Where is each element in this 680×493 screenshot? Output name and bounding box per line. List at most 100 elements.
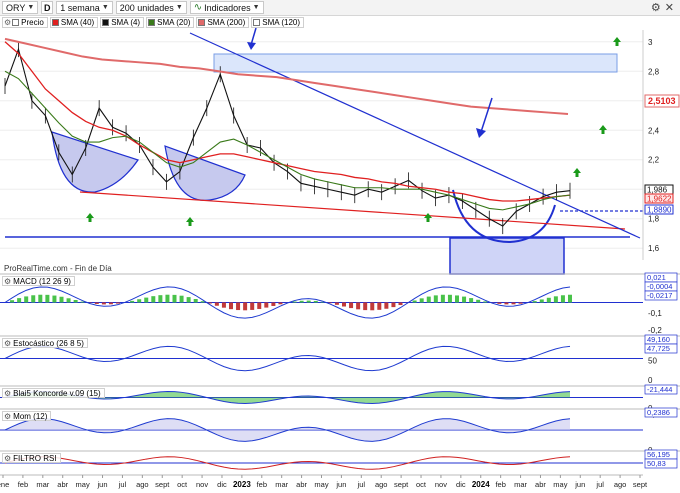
x-tick-label: may [76, 480, 90, 489]
period-selector[interactable]: 1 semana ▼ [56, 1, 113, 14]
panel-last-value: -21,444 [647, 385, 672, 394]
x-tick-label: may [553, 480, 567, 489]
macd-histogram-bar [94, 302, 99, 304]
y-tick-label: 2,8 [648, 67, 660, 76]
sma40-last-value: 1,9622 [647, 195, 672, 204]
sma200-swatch [198, 19, 206, 26]
x-tick-label: feb [257, 480, 267, 489]
gear-icon[interactable]: ⚙ [4, 454, 11, 463]
macd-histogram-bar [172, 294, 177, 303]
legend-sma40-label: SMA (40) [60, 18, 95, 27]
sma4-swatch [102, 19, 110, 26]
macd-histogram-bar [45, 294, 50, 303]
macd-histogram-bar [31, 295, 36, 303]
gear-icon[interactable]: ⚙ [4, 412, 11, 421]
x-tick-label: mar [275, 480, 288, 489]
close-icon[interactable]: ✕ [665, 1, 674, 14]
gear-icon[interactable]: ⚙ [4, 339, 11, 348]
legend-item-price[interactable]: ⚙ Precio [2, 17, 48, 28]
gear-icon[interactable]: ⚙ [4, 277, 11, 286]
chevron-down-icon: ▼ [175, 4, 183, 11]
macd-panel-label[interactable]: ⚙ MACD (12 26 9) [2, 276, 75, 286]
macd-histogram-bar [342, 302, 346, 307]
panel-last-value: 56,195 [647, 450, 670, 459]
panel-last-value: 0,2386 [647, 408, 670, 417]
macd-histogram-bar [243, 302, 248, 311]
frequency-letter-button[interactable]: D [41, 1, 54, 14]
settings-icon[interactable]: ⚙ [651, 1, 661, 14]
macd-histogram-bar [101, 302, 106, 305]
x-tick-label: jun [335, 480, 346, 489]
macd-histogram-bar [116, 302, 120, 304]
chart-canvas[interactable]: 32,82,62,42,221,81,6 2,5103 1,986 1,9622… [0, 0, 680, 493]
chevron-down-icon: ▼ [27, 4, 35, 11]
macd-histogram-bar [144, 297, 149, 303]
x-tick-label: dic [456, 480, 466, 489]
macd-histogram-bar [10, 300, 15, 303]
macd-histogram-bar [73, 299, 78, 303]
macd-histogram-bar [38, 294, 43, 303]
legend-price-label: Precio [21, 18, 44, 27]
macd-histogram-bar [553, 296, 558, 303]
sma20-swatch [148, 19, 156, 26]
indicators-button[interactable]: ∿ Indicadores ▼ [189, 1, 264, 14]
mom-panel-label[interactable]: ⚙ Mom (12) [2, 411, 52, 421]
panel-y-tick: 0 [648, 376, 653, 385]
panel-last-value: 47,725 [647, 344, 670, 353]
x-tick-label: abr [535, 480, 546, 489]
x-tick-label: ene [0, 480, 9, 489]
watermark: ProRealTime.com - Fin de Día [4, 264, 112, 273]
macd-histogram-bar [560, 295, 565, 303]
units-selector[interactable]: 200 unidades ▼ [115, 1, 187, 14]
legend-sma120-label: SMA (120) [262, 18, 301, 27]
x-tick-label: 2023 [233, 480, 251, 489]
units-label: 200 unidades [119, 2, 174, 13]
x-tick-label: jul [118, 480, 127, 489]
rsi-panel-title: FILTRO RSI [13, 453, 57, 463]
gear-icon[interactable]: ⚙ [4, 389, 11, 398]
window-controls: ⚙ ✕ [651, 1, 680, 14]
macd-histogram-bar [179, 295, 184, 303]
legend-item-sma4[interactable]: SMA (4) [100, 17, 145, 28]
macd-histogram-bar [349, 302, 354, 309]
y-tick-label: 1,6 [648, 244, 660, 253]
stoch-panel-label[interactable]: ⚙ Estocástico (26 8 5) [2, 338, 88, 348]
chevron-down-icon: ▼ [252, 4, 260, 11]
legend-item-sma20[interactable]: SMA (20) [146, 17, 195, 28]
macd-histogram-bar [130, 300, 135, 303]
macd-histogram-bar [377, 302, 382, 310]
koncorde-panel-label[interactable]: ⚙ Blai5 Koncorde v.09 (15) [2, 388, 105, 398]
symbol-label: ORY [6, 2, 26, 13]
macd-histogram-bar [236, 302, 241, 311]
frequency-letter: D [44, 2, 51, 13]
chevron-down-icon: ▼ [101, 4, 109, 11]
rsi-panel-label[interactable]: ⚙ FILTRO RSI [2, 453, 61, 463]
macd-histogram-bar [356, 302, 361, 310]
macd-histogram-bar [447, 294, 452, 303]
x-tick-label: sept [155, 480, 170, 489]
symbol-selector[interactable]: ORY ▼ [2, 1, 39, 14]
macd-histogram-bar [476, 299, 481, 303]
level-last-value: 1,8890 [647, 206, 672, 215]
macd-histogram-bar [66, 298, 71, 303]
x-tick-label: feb [18, 480, 28, 489]
legend-item-sma120[interactable]: SMA (120) [251, 17, 305, 28]
macd-histogram-bar [257, 302, 262, 309]
sma200-last-value: 2,5103 [648, 96, 676, 106]
y-tick-label: 1,8 [648, 215, 660, 224]
legend-item-sma40[interactable]: SMA (40) [49, 17, 99, 28]
macd-histogram-bar [546, 297, 551, 303]
price-last-value: 1,986 [647, 186, 668, 195]
x-tick-label: mar [514, 480, 527, 489]
x-tick-label: sept [394, 480, 409, 489]
x-tick-label: jun [97, 480, 108, 489]
macd-histogram-bar [511, 302, 516, 305]
macd-histogram-bar [299, 300, 304, 303]
macd-histogram-bar [229, 302, 233, 310]
macd-histogram-bar [221, 302, 226, 308]
stoch-panel-title: Estocástico (26 8 5) [13, 338, 84, 348]
legend-item-sma200[interactable]: SMA (200) [196, 17, 250, 28]
macd-histogram-bar [108, 302, 113, 305]
gear-icon[interactable]: ⚙ [4, 18, 11, 27]
macd-histogram-bar [433, 295, 438, 303]
